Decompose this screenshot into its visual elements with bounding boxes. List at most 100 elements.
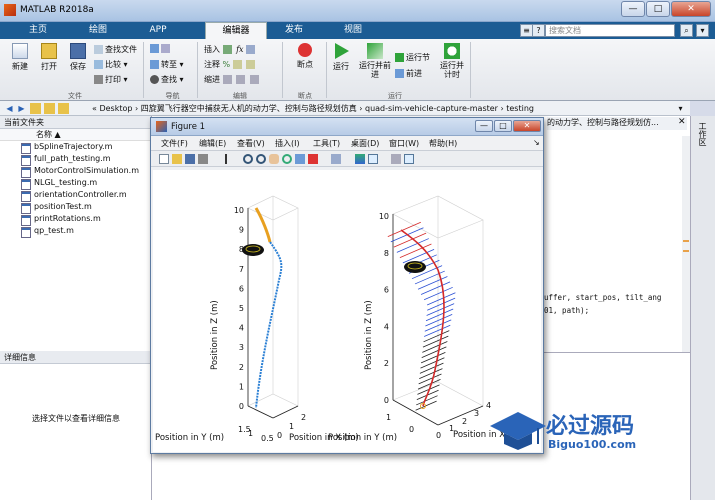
menu-help[interactable]: 帮助(H) bbox=[429, 138, 457, 149]
right-x-tick: 3 bbox=[474, 409, 479, 418]
tab-view[interactable]: 视图 bbox=[325, 22, 381, 39]
advance-button[interactable]: 前进 bbox=[395, 68, 422, 79]
indent-button[interactable]: 缩进 bbox=[204, 74, 261, 85]
orientation-arrow bbox=[419, 368, 443, 380]
indent-right-icon bbox=[249, 75, 259, 84]
save-button[interactable]: 保存 bbox=[64, 43, 92, 72]
rotate-3d-icon[interactable] bbox=[282, 154, 292, 164]
figure-window[interactable]: Figure 1 — □ ✕ 文件(F) 编辑(E) 查看(V) 插入(I) 工… bbox=[150, 117, 544, 454]
show-tools-icon[interactable] bbox=[404, 154, 414, 164]
zoom-out-icon[interactable] bbox=[256, 154, 266, 164]
help-icon[interactable]: ? bbox=[532, 24, 545, 37]
editor-tab[interactable]: 的动力学、控制与路径规划仿... bbox=[547, 117, 687, 130]
orientation-arrow bbox=[427, 297, 456, 311]
print-figure-icon[interactable] bbox=[198, 154, 208, 164]
z-tick: 7 bbox=[239, 265, 244, 274]
search-docs-input[interactable]: 搜索文档 bbox=[545, 24, 675, 37]
figure-title-bar[interactable]: Figure 1 — □ ✕ bbox=[151, 118, 543, 136]
folder-path[interactable]: « Desktop › 四旋翼飞行器空中捕获无人机的动力学、控制与路径规划仿真 … bbox=[92, 103, 534, 114]
comment-button[interactable]: 注释 % bbox=[204, 59, 257, 70]
open-file-icon[interactable] bbox=[172, 154, 182, 164]
folder-open-icon bbox=[41, 43, 57, 59]
find-label: 查找 bbox=[161, 75, 177, 84]
file-item[interactable]: full_path_testing.m bbox=[0, 153, 151, 166]
maximize-button[interactable]: □ bbox=[646, 1, 670, 17]
indent-left-icon bbox=[236, 75, 246, 84]
tab-publish[interactable]: 发布 bbox=[266, 22, 322, 39]
minimize-button[interactable]: — bbox=[621, 1, 645, 17]
file-item[interactable]: NLGL_testing.m bbox=[0, 177, 151, 190]
run-advance-button[interactable]: 运行并前进 bbox=[358, 43, 392, 79]
editor-scrollbar[interactable] bbox=[682, 136, 690, 352]
figure-maximize-button[interactable]: □ bbox=[494, 120, 512, 132]
ribbon-collapse-icon[interactable]: ▾ bbox=[696, 24, 709, 37]
back-forward-button[interactable] bbox=[150, 44, 172, 53]
pan-hand-icon[interactable] bbox=[269, 154, 279, 164]
save-figure-icon[interactable] bbox=[185, 154, 195, 164]
run-section-button[interactable]: 运行节 bbox=[395, 52, 430, 63]
menu-dock-icon[interactable]: ↘ bbox=[533, 138, 540, 147]
menu-desktop[interactable]: 桌面(D) bbox=[351, 138, 379, 149]
file-item[interactable]: printRotations.m bbox=[0, 213, 151, 226]
figure-minimize-button[interactable]: — bbox=[475, 120, 493, 132]
file-item[interactable]: positionTest.m bbox=[0, 201, 151, 214]
tab-apps[interactable]: APP bbox=[130, 22, 186, 39]
hide-tools-icon[interactable] bbox=[391, 154, 401, 164]
tab-editor[interactable]: 编辑器 bbox=[205, 22, 267, 39]
breakpoints-button[interactable]: 断点 bbox=[290, 43, 320, 70]
data-cursor-icon[interactable] bbox=[295, 154, 305, 164]
zoom-in-icon[interactable] bbox=[243, 154, 253, 164]
menu-edit[interactable]: 编辑(E) bbox=[199, 138, 226, 149]
find-files-label: 查找文件 bbox=[105, 45, 137, 54]
figure-close-button[interactable]: ✕ bbox=[513, 120, 541, 132]
menu-window[interactable]: 窗口(W) bbox=[389, 138, 419, 149]
find-button[interactable]: 查找 ▾ bbox=[150, 74, 184, 85]
menu-tools[interactable]: 工具(T) bbox=[313, 138, 340, 149]
pointer-icon[interactable] bbox=[225, 154, 235, 164]
menu-file[interactable]: 文件(F) bbox=[161, 138, 188, 149]
link-icon[interactable] bbox=[331, 154, 341, 164]
folder-icon[interactable] bbox=[58, 103, 69, 114]
menu-view[interactable]: 查看(V) bbox=[237, 138, 265, 149]
file-item[interactable]: orientationController.m bbox=[0, 189, 151, 202]
print-button[interactable]: 打印 ▾ bbox=[94, 74, 128, 85]
path-dropdown-icon[interactable]: ▾ bbox=[675, 103, 686, 114]
file-item[interactable]: MotorControlSimulation.m bbox=[0, 165, 151, 178]
editor-close-icon[interactable]: ✕ bbox=[678, 117, 686, 127]
new-figure-icon[interactable] bbox=[159, 154, 169, 164]
up-folder-icon[interactable] bbox=[30, 103, 41, 114]
open-button[interactable]: 打开 bbox=[35, 43, 63, 72]
file-item[interactable]: bSplineTrajectory.m bbox=[0, 141, 151, 154]
find-files-button[interactable]: 查找文件 bbox=[94, 44, 137, 55]
details-title: 详细信息 bbox=[0, 351, 151, 364]
orientation-arrow bbox=[399, 243, 432, 259]
file-item[interactable]: qp_test.m bbox=[0, 225, 151, 238]
close-button[interactable]: ✕ bbox=[671, 1, 711, 17]
run-button[interactable]: 运行 bbox=[330, 43, 352, 72]
run-advance-icon bbox=[367, 43, 383, 59]
tab-plots[interactable]: 绘图 bbox=[70, 22, 126, 39]
legend-icon[interactable] bbox=[368, 154, 378, 164]
new-button[interactable]: 新建 bbox=[6, 43, 34, 72]
details-panel: 详细信息 选择文件以查看详细信息 bbox=[0, 351, 152, 500]
back-icon[interactable]: ◀ bbox=[4, 103, 15, 114]
run-time-button[interactable]: 运行并计时 bbox=[438, 43, 466, 79]
plot-area[interactable]: 0 1 2 3 4 5 6 7 8 9 10 1.5 1 0.5 0 1 2 Position in… bbox=[153, 170, 541, 452]
run-icon bbox=[335, 43, 349, 59]
forward-icon[interactable]: ▶ bbox=[16, 103, 27, 114]
brush-icon[interactable] bbox=[308, 154, 318, 164]
tab-home[interactable]: 主页 bbox=[10, 22, 66, 39]
workspace-sidebar[interactable]: 工作区 bbox=[690, 116, 715, 500]
menu-insert[interactable]: 插入(I) bbox=[275, 138, 300, 149]
search-icon[interactable]: ⌕ bbox=[680, 24, 693, 37]
goto-button[interactable]: 转至 ▾ bbox=[150, 59, 184, 70]
compare-button[interactable]: 比较 ▾ bbox=[94, 59, 128, 70]
address-bar: ◀ ▶ « Desktop › 四旋翼飞行器空中捕获无人机的动力学、控制与路径规… bbox=[0, 101, 690, 116]
run-time-label: 运行并计时 bbox=[440, 61, 464, 79]
name-column-header[interactable]: 名称 ▲ bbox=[0, 129, 151, 141]
browse-folder-icon[interactable] bbox=[44, 103, 55, 114]
insert-button[interactable]: 插入 fx bbox=[204, 44, 257, 55]
indent-label: 缩进 bbox=[204, 75, 220, 84]
colorbar-icon[interactable] bbox=[355, 154, 365, 164]
left-z-axis-label: Position in Z (m) bbox=[210, 300, 220, 370]
